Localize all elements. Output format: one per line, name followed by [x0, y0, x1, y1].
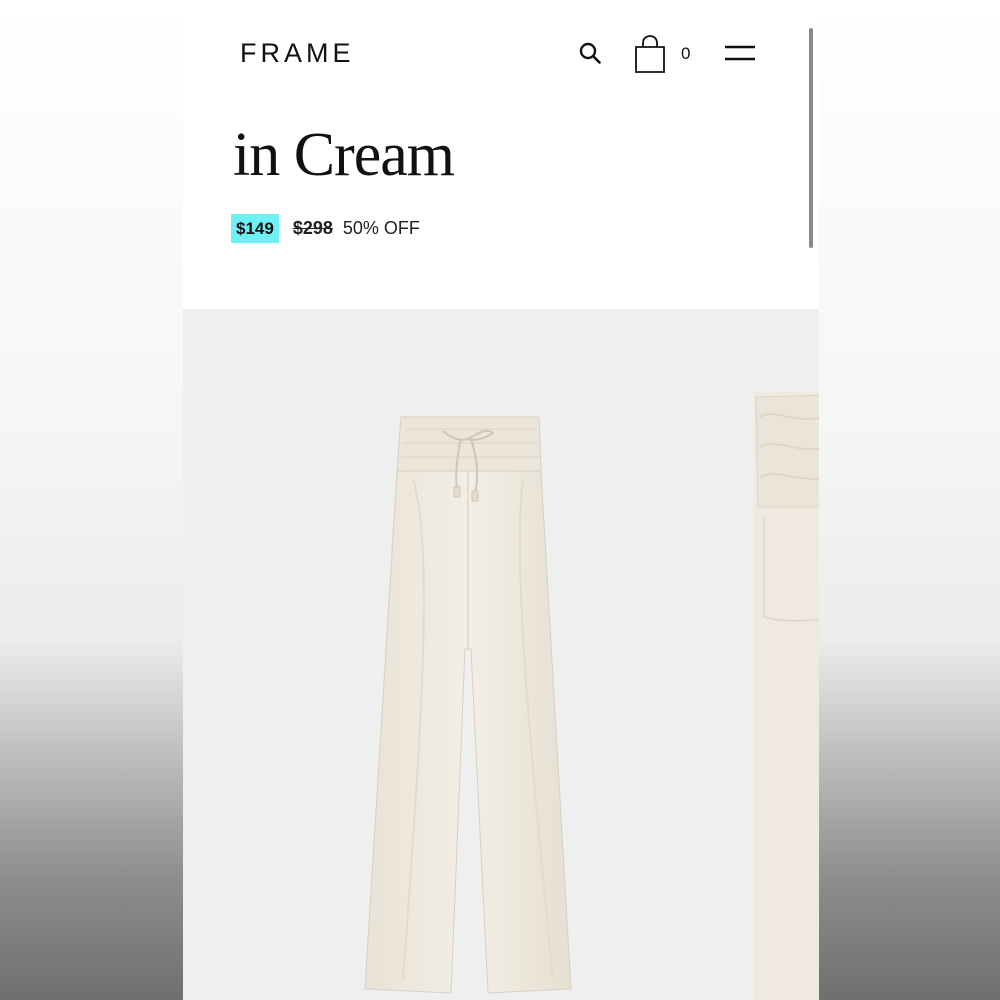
- brand-logo[interactable]: FRAME: [240, 38, 355, 69]
- product-image-gallery[interactable]: [183, 309, 819, 1000]
- search-icon[interactable]: [579, 42, 601, 64]
- sale-price: $149: [231, 214, 279, 243]
- discount-label: 50% OFF: [342, 218, 420, 238]
- product-title: in Cream: [233, 121, 455, 189]
- original-price: $298: [292, 218, 333, 238]
- product-image-pants[interactable]: [353, 409, 583, 999]
- site-header: FRAME 0: [183, 0, 819, 110]
- price-row: $149 $298 50% OFF: [231, 214, 420, 243]
- scrollbar[interactable]: [809, 28, 813, 248]
- menu-icon[interactable]: [724, 42, 756, 64]
- mobile-viewport: FRAME 0 in Cream $149 $298 50% OFF: [183, 0, 819, 1000]
- cart-count: 0: [681, 44, 691, 63]
- shopping-bag-icon[interactable]: [633, 35, 667, 73]
- next-product-image[interactable]: [754, 387, 819, 1000]
